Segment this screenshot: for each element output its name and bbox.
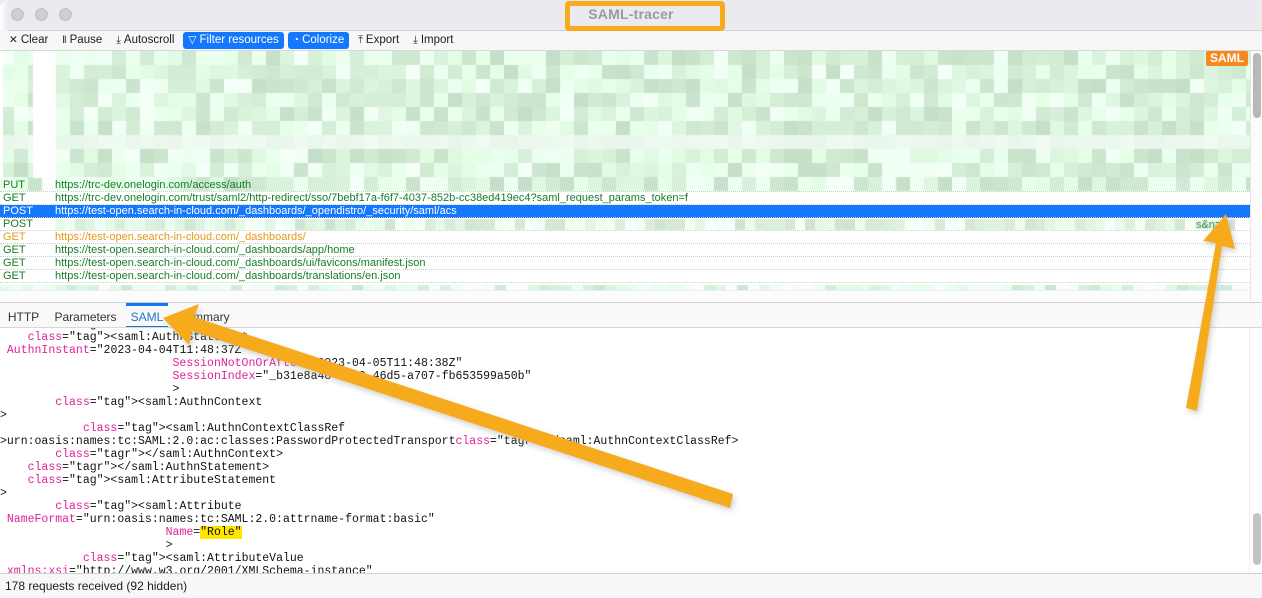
request-url: https://trc-dev.onelogin.com/trust/saml2…: [55, 192, 688, 204]
request-url: https://trc-dev.onelogin.com/access/auth: [55, 179, 252, 191]
tab-summary-label: Summary: [178, 310, 230, 324]
request-method: GET: [3, 231, 26, 243]
request-row[interactable]: GET https://trc-dev.onelogin.com/trust/sa…: [0, 192, 1250, 205]
filter-icon: ▽: [188, 33, 197, 46]
xml-line: class="tag"><saml:AttributeValue: [82, 552, 304, 565]
pause-button-label: Pause: [69, 34, 103, 46]
request-method: GET: [3, 257, 26, 269]
close-window-button[interactable]: [11, 8, 24, 21]
xml-line: class="tag"><saml:AuthnContext: [55, 396, 263, 409]
export-button-label: Export: [365, 34, 400, 46]
xml-line: class="tag"><saml:AttributeStatement: [27, 474, 277, 487]
xml-line: SessionNotOnOrAfter="2023-04-05T11:48:38…: [172, 357, 463, 370]
filter-resources-button-label: Filter resources: [199, 34, 279, 46]
request-list-vertical-scrollbar[interactable]: [1250, 51, 1262, 301]
request-method: GET: [3, 270, 26, 282]
autoscroll-button[interactable]: ⤓ Autoscroll: [111, 32, 179, 49]
saml-xml-viewer[interactable]: class="tagr"></saml:Conditions> class="t…: [0, 328, 1262, 573]
tab-parameters[interactable]: Parameters: [49, 303, 122, 329]
request-row[interactable]: GET https://test-open.search-in-cloud.com…: [0, 231, 1250, 244]
xml-line: class="tagr"></saml:AuthnContext>: [55, 448, 283, 461]
request-method: GET: [3, 192, 26, 204]
pause-button[interactable]: ‖ Pause: [57, 32, 107, 49]
xml-line: SessionIndex="_b31e8a48-4349-46d5-a707-f…: [172, 370, 532, 383]
request-row[interactable]: PUT https://trc-dev.onelogin.com/access/a…: [0, 179, 1250, 192]
xml-line: >: [0, 383, 180, 396]
export-icon: ⤒: [358, 33, 363, 46]
colorize-icon: ◔: [292, 33, 300, 46]
annotation-title-highlight-box: [565, 1, 725, 31]
export-button[interactable]: ⤒ Export: [353, 32, 404, 49]
autoscroll-icon: ⤓: [116, 33, 121, 46]
maximize-window-button[interactable]: [59, 8, 72, 21]
request-url: https://test-open.search-in-cloud.com/_d…: [55, 231, 306, 243]
request-url: https://test-open.search-in-cloud.com/_d…: [55, 270, 401, 282]
request-row[interactable]: POST https://test-open.search-in-cloud.co…: [0, 205, 1250, 218]
request-row[interactable]: GET https://test-open.search-in-cloud.com…: [0, 257, 1250, 270]
request-row[interactable]: GET https://test-open.search-in-cloud.com…: [0, 270, 1250, 283]
tab-http-label: HTTP: [7, 310, 40, 324]
xml-line: class="tag"><saml:AuthnContextClassRef: [82, 422, 346, 435]
tab-saml[interactable]: SAML: [126, 303, 168, 329]
status-bar-text: 178 requests received (92 hidden): [5, 579, 188, 593]
pause-icon: ‖: [62, 33, 67, 46]
request-method: POST: [3, 218, 33, 230]
clear-button[interactable]: ✕ Clear: [4, 32, 53, 49]
request-list-horizontal-scrollbar[interactable]: [0, 290, 1250, 301]
autoscroll-button-label: Autoscroll: [123, 34, 175, 46]
request-url: https://test-open.search-in-cloud.com/_d…: [55, 257, 426, 269]
detail-tab-bar: HTTP Parameters SAML Summary: [0, 302, 1262, 328]
xml-line: Name="Role": [165, 526, 242, 539]
xml-line: class="tag"><saml:AuthnStatement: [27, 331, 249, 344]
tab-parameters-label: Parameters: [54, 310, 117, 324]
import-button[interactable]: ⤓ Import: [408, 32, 458, 49]
saml-xml-content: class="tagr"></saml:Conditions> class="t…: [0, 328, 738, 573]
xml-line: class="tagr"></saml:AuthnStatement>: [27, 461, 270, 474]
main-toolbar: ✕ Clear ‖ Pause ⤓ Autoscroll ▽ Filter re…: [0, 31, 1262, 51]
xml-viewer-scroll-thumb[interactable]: [1253, 513, 1261, 565]
tab-http[interactable]: HTTP: [6, 303, 41, 329]
request-method: POST: [3, 205, 33, 217]
request-row[interactable]: POST: [0, 218, 1250, 231]
import-button-label: Import: [420, 34, 454, 46]
request-method: GET: [3, 244, 26, 256]
tab-summary[interactable]: Summary: [174, 303, 234, 329]
xml-line: >: [0, 539, 173, 552]
xml-viewer-vertical-scrollbar[interactable]: [1249, 328, 1262, 573]
status-bar: 178 requests received (92 hidden): [0, 573, 1262, 598]
request-url: https://test-open.search-in-cloud.com/_d…: [55, 244, 355, 256]
close-x-icon: ✕: [9, 33, 18, 46]
request-method: PUT: [3, 179, 25, 191]
colorize-button-label: Colorize: [302, 34, 345, 46]
clear-button-label: Clear: [20, 34, 49, 46]
request-row[interactable]: GET https://test-open.search-in-cloud.com…: [0, 244, 1250, 257]
tab-saml-label: SAML: [130, 310, 164, 324]
minimize-window-button[interactable]: [35, 8, 48, 21]
xml-line: class="tag"><saml:Attribute: [55, 500, 242, 513]
request-list-pane[interactable]: PUT https://trc-dev.onelogin.com/access/a…: [0, 51, 1262, 301]
import-icon: ⤓: [413, 33, 418, 46]
filter-resources-button[interactable]: ▽ Filter resources: [183, 32, 284, 49]
colorize-button[interactable]: ◔ Colorize: [287, 32, 350, 49]
request-list-scroll-thumb[interactable]: [1253, 53, 1261, 118]
request-url: https://test-open.search-in-cloud.com/_d…: [55, 205, 457, 217]
saml-badge: SAML: [1206, 51, 1248, 66]
redacted-url: [55, 219, 1235, 230]
traffic-light-group: [11, 8, 72, 21]
